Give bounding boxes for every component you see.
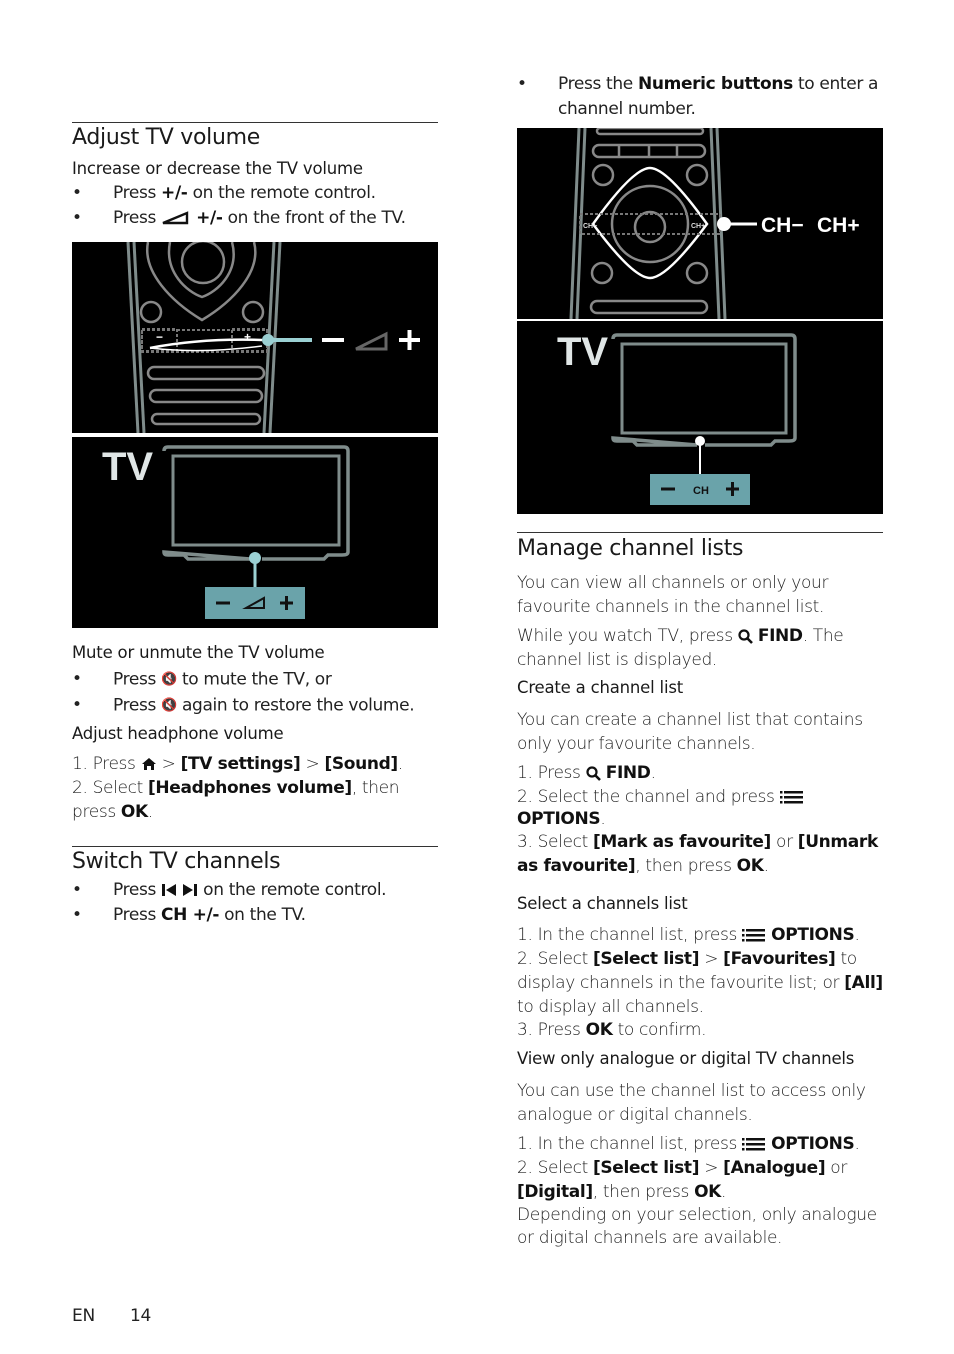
previous-icon [162,884,177,896]
tv-channels-illustration: TV CH [517,321,883,514]
callout-volume-wedge-icon [355,331,388,351]
list-item: • Press the Numeric buttons to enter a c… [517,74,879,119]
bullet-icon: • [72,183,82,203]
numeric-buttons-note: • Press the Numeric buttons to enter a c… [517,72,883,122]
subsection-title: Increase or decrease the TV volume [72,159,363,178]
paragraph: You can create a channel list that conta… [517,710,863,754]
tv-panel-ch-label: CH [693,485,709,497]
language-code: EN [72,1306,95,1326]
subsection-title: Mute or unmute the TV volume [72,643,325,662]
section-divider [72,122,438,123]
step: 2. Select [Select list] > [Analogue] or … [517,1158,847,1202]
list-item: • Press +/- on the front of the TV. [72,206,438,231]
step: 3. Select [Mark as favourite] or [Unmark… [517,832,878,876]
section-title: Adjust TV volume [72,125,260,150]
step: 2. Select the channel and press OPTIONS. [517,786,883,830]
remote-channels-illustration: CH− CH+ CH− CH+ [517,126,883,320]
volume-wedge-icon [162,211,189,225]
bullet-icon: • [72,905,82,925]
section-title: Manage channel lists [517,536,744,561]
bullet-icon: • [72,694,82,715]
remote-ch-plus-label: CH+ [691,223,705,230]
callout-ch-plus-label: CH+ [817,214,860,237]
step: 2. Select [Select list] > [Favourites] t… [517,949,883,1017]
options-icon [742,929,766,942]
tv-volume-illustration: TV [72,437,438,628]
subsection-title: Select a channels list [517,894,688,913]
section-manage-channel-lists: Manage channel lists You can view all ch… [517,532,883,1250]
section-title: Switch TV channels [72,849,281,874]
bullet-icon: • [72,669,82,689]
page-footer: EN 14 [72,1306,151,1326]
step: 1. Press FIND. [517,763,656,783]
options-icon [742,1138,766,1151]
mute-icon: 🔇 [161,697,177,713]
list-item: • Press CH +/- on the TV. [72,903,438,928]
step: 3. Press OK to confirm. [517,1020,707,1040]
bullet-icon: • [72,208,82,228]
mute-icon: 🔇 [161,672,177,687]
paragraph: While you watch TV, press FIND. The chan… [517,626,844,670]
paragraph: You can view all channels or only your f… [517,573,829,617]
tv-label: TV [557,330,608,374]
subsection-title: View only analogue or digital TV channel… [517,1049,855,1068]
subsection-title: Create a channel list [517,678,683,697]
callout-ch-minus-label: CH− [761,214,804,237]
remote-minus-label: − [156,330,163,344]
list-item: • Press 🔇 again to restore the volume. [72,693,438,719]
next-icon [183,884,198,896]
tv-label: TV [102,445,153,489]
bullet-icon: • [517,74,527,94]
home-icon [141,758,156,770]
step: 1. In the channel list, press OPTIONS. [517,925,860,945]
remote-ch-minus-label: CH− [583,223,597,230]
list-item: • Press +/- on the remote control. [72,181,438,206]
bullet-icon: • [72,880,82,900]
remote-volume-illustration: − + [72,239,438,434]
step: 2. Select [Headphones volume], then pres… [72,778,400,822]
search-icon [586,765,601,781]
paragraph: Depending on your selection, only analog… [517,1205,877,1248]
list-item: • Press 🔇 to mute the TV, or [72,667,438,693]
section-mute: Mute or unmute the TV volume • Press 🔇 t… [72,641,438,824]
section-adjust-tv-volume: Adjust TV volume Increase or decrease th… [72,122,438,231]
search-icon [738,628,753,644]
list-item: • Press on the remote control. [72,878,438,903]
callout-plus-icon [399,330,420,350]
section-switch-tv-channels: Switch TV channels • Press on the remote… [72,846,438,928]
options-icon [779,791,803,804]
step: 1. In the channel list, press OPTIONS. [517,1134,860,1154]
page-number: 14 [129,1306,152,1326]
section-divider [517,532,883,533]
step: 1. Press > [TV settings] > [Sound]. [72,754,403,774]
section-divider [72,846,438,847]
subsection-title: Adjust headphone volume [72,724,284,743]
paragraph: You can use the channel list to access o… [517,1081,866,1125]
remote-plus-label: + [244,330,251,344]
